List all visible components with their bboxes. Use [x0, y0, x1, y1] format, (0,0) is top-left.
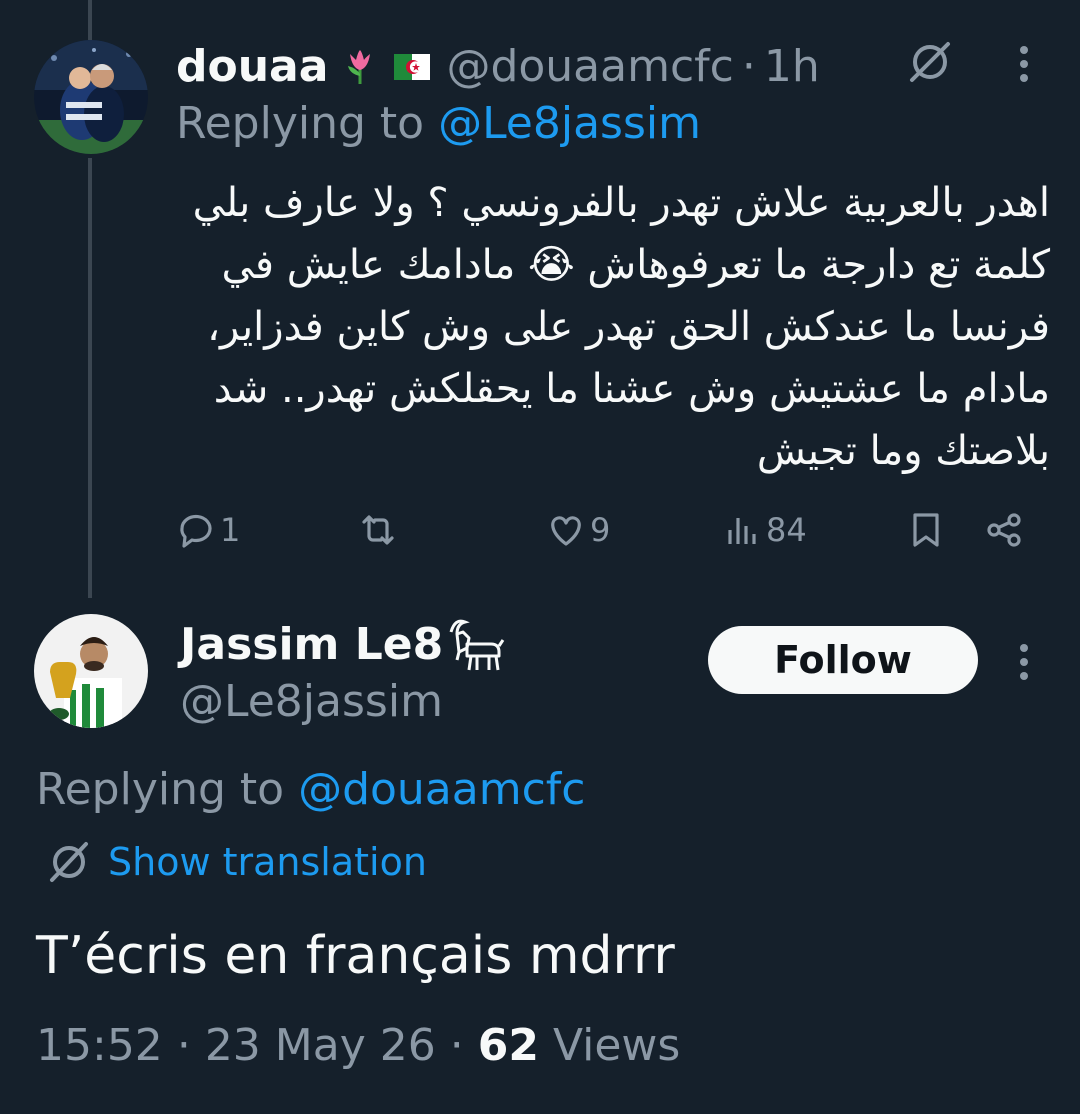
replying-prefix: Replying to [36, 764, 285, 815]
bookmark-button[interactable] [906, 510, 946, 550]
separator: · [449, 1020, 464, 1071]
show-translation-label: Show translation [108, 840, 427, 884]
grok-icon[interactable] [904, 40, 956, 84]
retweet-button[interactable] [358, 510, 402, 550]
views-button[interactable]: 84 [722, 510, 807, 550]
handle[interactable]: @Le8jassim [180, 676, 443, 727]
follow-button[interactable]: Follow [708, 626, 978, 694]
share-icon [987, 513, 1021, 547]
tweet-text: اهدر بالعربية علاش تهدر بالفرونسي ؟ ولا … [170, 172, 1050, 482]
tweet-text-line: اهدر بالعربية علاش تهدر بالفرونسي ؟ ولا … [192, 180, 1050, 226]
tweet-date[interactable]: 23 May 26 [205, 1020, 436, 1071]
replying-to: Replying to @douaamcfc [36, 764, 585, 815]
replying-to: Replying to @Le8jassim [176, 98, 701, 149]
tweet-text: T’écris en français mdrrr [36, 926, 675, 986]
tweet-text-line: بلاصتك وما تجيش [756, 428, 1050, 474]
separator: · [176, 1020, 191, 1071]
retweet-icon [362, 515, 394, 545]
handle[interactable]: @douaamcfc [446, 41, 733, 92]
tweet-text-line: فرنسا ما عندكش الحق تهدر على وش كاين فدز… [207, 304, 1050, 350]
display-name[interactable]: Jassim Le8 [180, 616, 505, 672]
analytics-icon [728, 518, 756, 544]
timestamp[interactable]: 1h [764, 41, 820, 92]
tweet-time[interactable]: 15:52 [36, 1020, 163, 1071]
views-label: Views [552, 1020, 681, 1071]
algeria-flag-emoji [394, 54, 431, 80]
tweet-meta: 15:52 · 23 May 26 · 62 Views [36, 1020, 680, 1071]
heart-icon [551, 516, 581, 546]
share-button[interactable] [984, 510, 1024, 550]
reply-button[interactable]: 1 [176, 510, 240, 550]
avatar[interactable] [34, 614, 148, 728]
bookmark-icon [913, 513, 939, 547]
replying-to-link[interactable]: @douaamcfc [298, 764, 585, 815]
avatar[interactable] [34, 40, 148, 154]
display-name[interactable]: douaa [176, 41, 328, 92]
views-count: 84 [766, 511, 807, 549]
goat-icon [449, 619, 505, 671]
more-options-icon[interactable] [1008, 640, 1040, 684]
action-bar: 1 9 84 [0, 500, 1080, 560]
more-options-icon[interactable] [1008, 42, 1040, 86]
show-translation-button[interactable]: Show translation [44, 840, 427, 884]
thread-line-top [88, 0, 92, 40]
separator: · [741, 40, 756, 92]
replying-to-link[interactable]: @Le8jassim [438, 98, 701, 149]
tweet-text-line: مادام ما عشتيش وش عشنا ما يحقلكش تهدر.. … [213, 366, 1050, 412]
reply-icon [180, 514, 212, 548]
tweet-header: douaa @douaamcfc · 1h [176, 36, 820, 96]
like-button[interactable]: 9 [546, 510, 610, 550]
reply-count: 1 [220, 511, 241, 549]
replying-prefix: Replying to [176, 98, 425, 149]
like-count: 9 [590, 511, 611, 549]
grok-icon [50, 842, 88, 882]
views-count: 62 [477, 1020, 539, 1071]
display-name-text: Jassim Le8 [180, 618, 444, 670]
tweet-text-line: كلمة تع دارجة ما تعرفوهاش 😭 مادامك عايش … [221, 242, 1050, 288]
tulip-emoji [348, 50, 371, 84]
